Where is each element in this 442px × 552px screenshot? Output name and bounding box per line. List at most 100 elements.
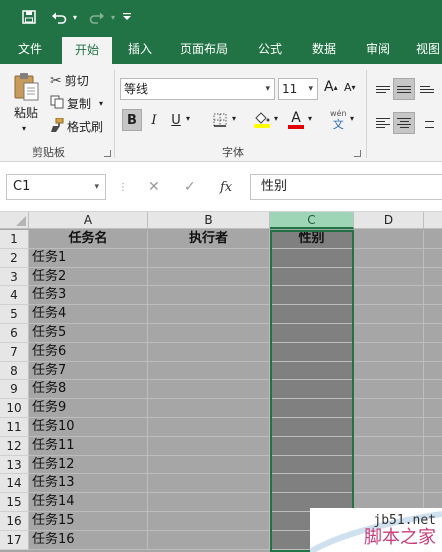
font-dialog-launcher-icon[interactable]: [354, 150, 361, 157]
format-painter-button[interactable]: 格式刷: [50, 117, 103, 135]
sheet-cell[interactable]: [424, 267, 442, 287]
header-cell[interactable]: 性别: [270, 230, 354, 249]
tab-file[interactable]: 文件: [8, 34, 52, 64]
customize-qat-icon[interactable]: [120, 6, 134, 28]
task-name-cell[interactable]: 任务16: [29, 530, 148, 550]
align-center-button[interactable]: [393, 112, 415, 134]
tab-home[interactable]: 开始: [62, 37, 112, 64]
sheet-cell[interactable]: [270, 380, 354, 400]
bold-button[interactable]: B: [122, 109, 142, 131]
sheet-cell[interactable]: [148, 399, 270, 418]
row-header[interactable]: 11: [0, 418, 29, 437]
sheet-cell[interactable]: [424, 305, 442, 324]
sheet-cell[interactable]: [270, 248, 354, 268]
sheet-cell[interactable]: [270, 399, 354, 418]
decrease-font-size-button[interactable]: A ▾: [344, 81, 356, 94]
task-name-cell[interactable]: 任务8: [29, 380, 148, 400]
insert-function-icon[interactable]: fx: [220, 174, 232, 200]
sheet-cell[interactable]: [148, 436, 270, 456]
font-color-dropdown-icon[interactable]: ▾: [308, 114, 312, 123]
sheet-cell[interactable]: [148, 267, 270, 287]
sheet-cell[interactable]: [424, 361, 442, 381]
name-box[interactable]: C1 ▾: [6, 174, 106, 200]
sheet-cell[interactable]: [270, 418, 354, 437]
font-size-box[interactable]: 11 ▾: [278, 78, 318, 100]
tab-formulas[interactable]: 公式: [248, 34, 292, 64]
copy-button[interactable]: 复制 ▾: [50, 95, 103, 112]
sheet-cell[interactable]: [354, 436, 424, 456]
sheet-cell[interactable]: [354, 286, 424, 306]
task-name-cell[interactable]: 任务2: [29, 267, 148, 287]
column-header-d[interactable]: D: [354, 212, 424, 229]
sheet-cell[interactable]: [270, 474, 354, 494]
task-name-cell[interactable]: 任务15: [29, 512, 148, 531]
sheet-cell[interactable]: [270, 286, 354, 306]
cancel-icon[interactable]: ✕: [148, 174, 160, 200]
phonetic-button[interactable]: wén 文: [330, 108, 347, 130]
sheet-cell[interactable]: [354, 305, 424, 324]
redo-icon[interactable]: [86, 6, 108, 28]
top-align-button[interactable]: [372, 78, 394, 100]
tab-review[interactable]: 审阅: [356, 34, 400, 64]
underline-dropdown-icon[interactable]: ▾: [186, 114, 190, 123]
align-left-button[interactable]: [372, 112, 394, 134]
sheet-cell[interactable]: [354, 474, 424, 494]
sheet-cell[interactable]: [424, 342, 442, 362]
align-right-button[interactable]: [416, 112, 438, 134]
task-name-cell[interactable]: 任务13: [29, 474, 148, 494]
sheet-cell[interactable]: [424, 399, 442, 418]
sheet-cell[interactable]: [270, 361, 354, 381]
row-header[interactable]: 1: [0, 230, 29, 249]
sheet-cell[interactable]: [270, 455, 354, 475]
enter-icon[interactable]: ✓: [184, 174, 196, 200]
sheet-cell[interactable]: [354, 267, 424, 287]
row-header[interactable]: 13: [0, 455, 29, 475]
header-cell[interactable]: 任务名: [29, 230, 148, 249]
bottom-align-button[interactable]: [416, 78, 438, 100]
sheet-cell[interactable]: [148, 361, 270, 381]
task-name-cell[interactable]: 任务6: [29, 342, 148, 362]
clipboard-dialog-launcher-icon[interactable]: [104, 150, 111, 157]
task-name-cell[interactable]: 任务4: [29, 305, 148, 324]
row-header[interactable]: 16: [0, 512, 29, 531]
row-header[interactable]: 8: [0, 361, 29, 381]
sheet-cell[interactable]: [270, 305, 354, 324]
row-header[interactable]: 5: [0, 305, 29, 324]
sheet-cell[interactable]: [270, 324, 354, 343]
phonetic-dropdown-icon[interactable]: ▾: [350, 114, 354, 123]
sheet-cell[interactable]: [148, 493, 270, 512]
column-header-e[interactable]: [424, 212, 442, 229]
sheet-cell[interactable]: [354, 399, 424, 418]
fill-color-button[interactable]: [252, 109, 272, 131]
row-header[interactable]: 2: [0, 248, 29, 268]
save-icon[interactable]: [18, 6, 40, 28]
task-name-cell[interactable]: 任务9: [29, 399, 148, 418]
sheet-cell[interactable]: [424, 436, 442, 456]
sheet-cell[interactable]: [424, 455, 442, 475]
task-name-cell[interactable]: 任务11: [29, 436, 148, 456]
cut-button[interactable]: ✂ 剪切: [50, 72, 89, 89]
formula-input[interactable]: 性别: [250, 174, 442, 200]
undo-dropdown-icon[interactable]: ▾: [70, 6, 80, 28]
sheet-cell[interactable]: [354, 342, 424, 362]
sheet-cell[interactable]: [354, 380, 424, 400]
column-header-a[interactable]: A: [29, 212, 148, 229]
row-header[interactable]: 4: [0, 286, 29, 306]
sheet-cell[interactable]: [270, 267, 354, 287]
task-name-cell[interactable]: 任务5: [29, 324, 148, 343]
sheet-cell[interactable]: [148, 286, 270, 306]
row-header[interactable]: 9: [0, 380, 29, 400]
sheet-cell[interactable]: [354, 230, 424, 249]
sheet-cell[interactable]: [424, 230, 442, 249]
undo-icon[interactable]: [48, 6, 70, 28]
fill-color-dropdown-icon[interactable]: ▾: [274, 114, 278, 123]
sheet-cell[interactable]: [270, 436, 354, 456]
task-name-cell[interactable]: 任务3: [29, 286, 148, 306]
sheet-cell[interactable]: [354, 361, 424, 381]
row-header[interactable]: 6: [0, 324, 29, 343]
borders-dropdown-icon[interactable]: ▾: [232, 114, 236, 123]
row-header[interactable]: 3: [0, 267, 29, 287]
header-cell[interactable]: 执行者: [148, 230, 270, 249]
task-name-cell[interactable]: 任务12: [29, 455, 148, 475]
row-header[interactable]: 7: [0, 342, 29, 362]
